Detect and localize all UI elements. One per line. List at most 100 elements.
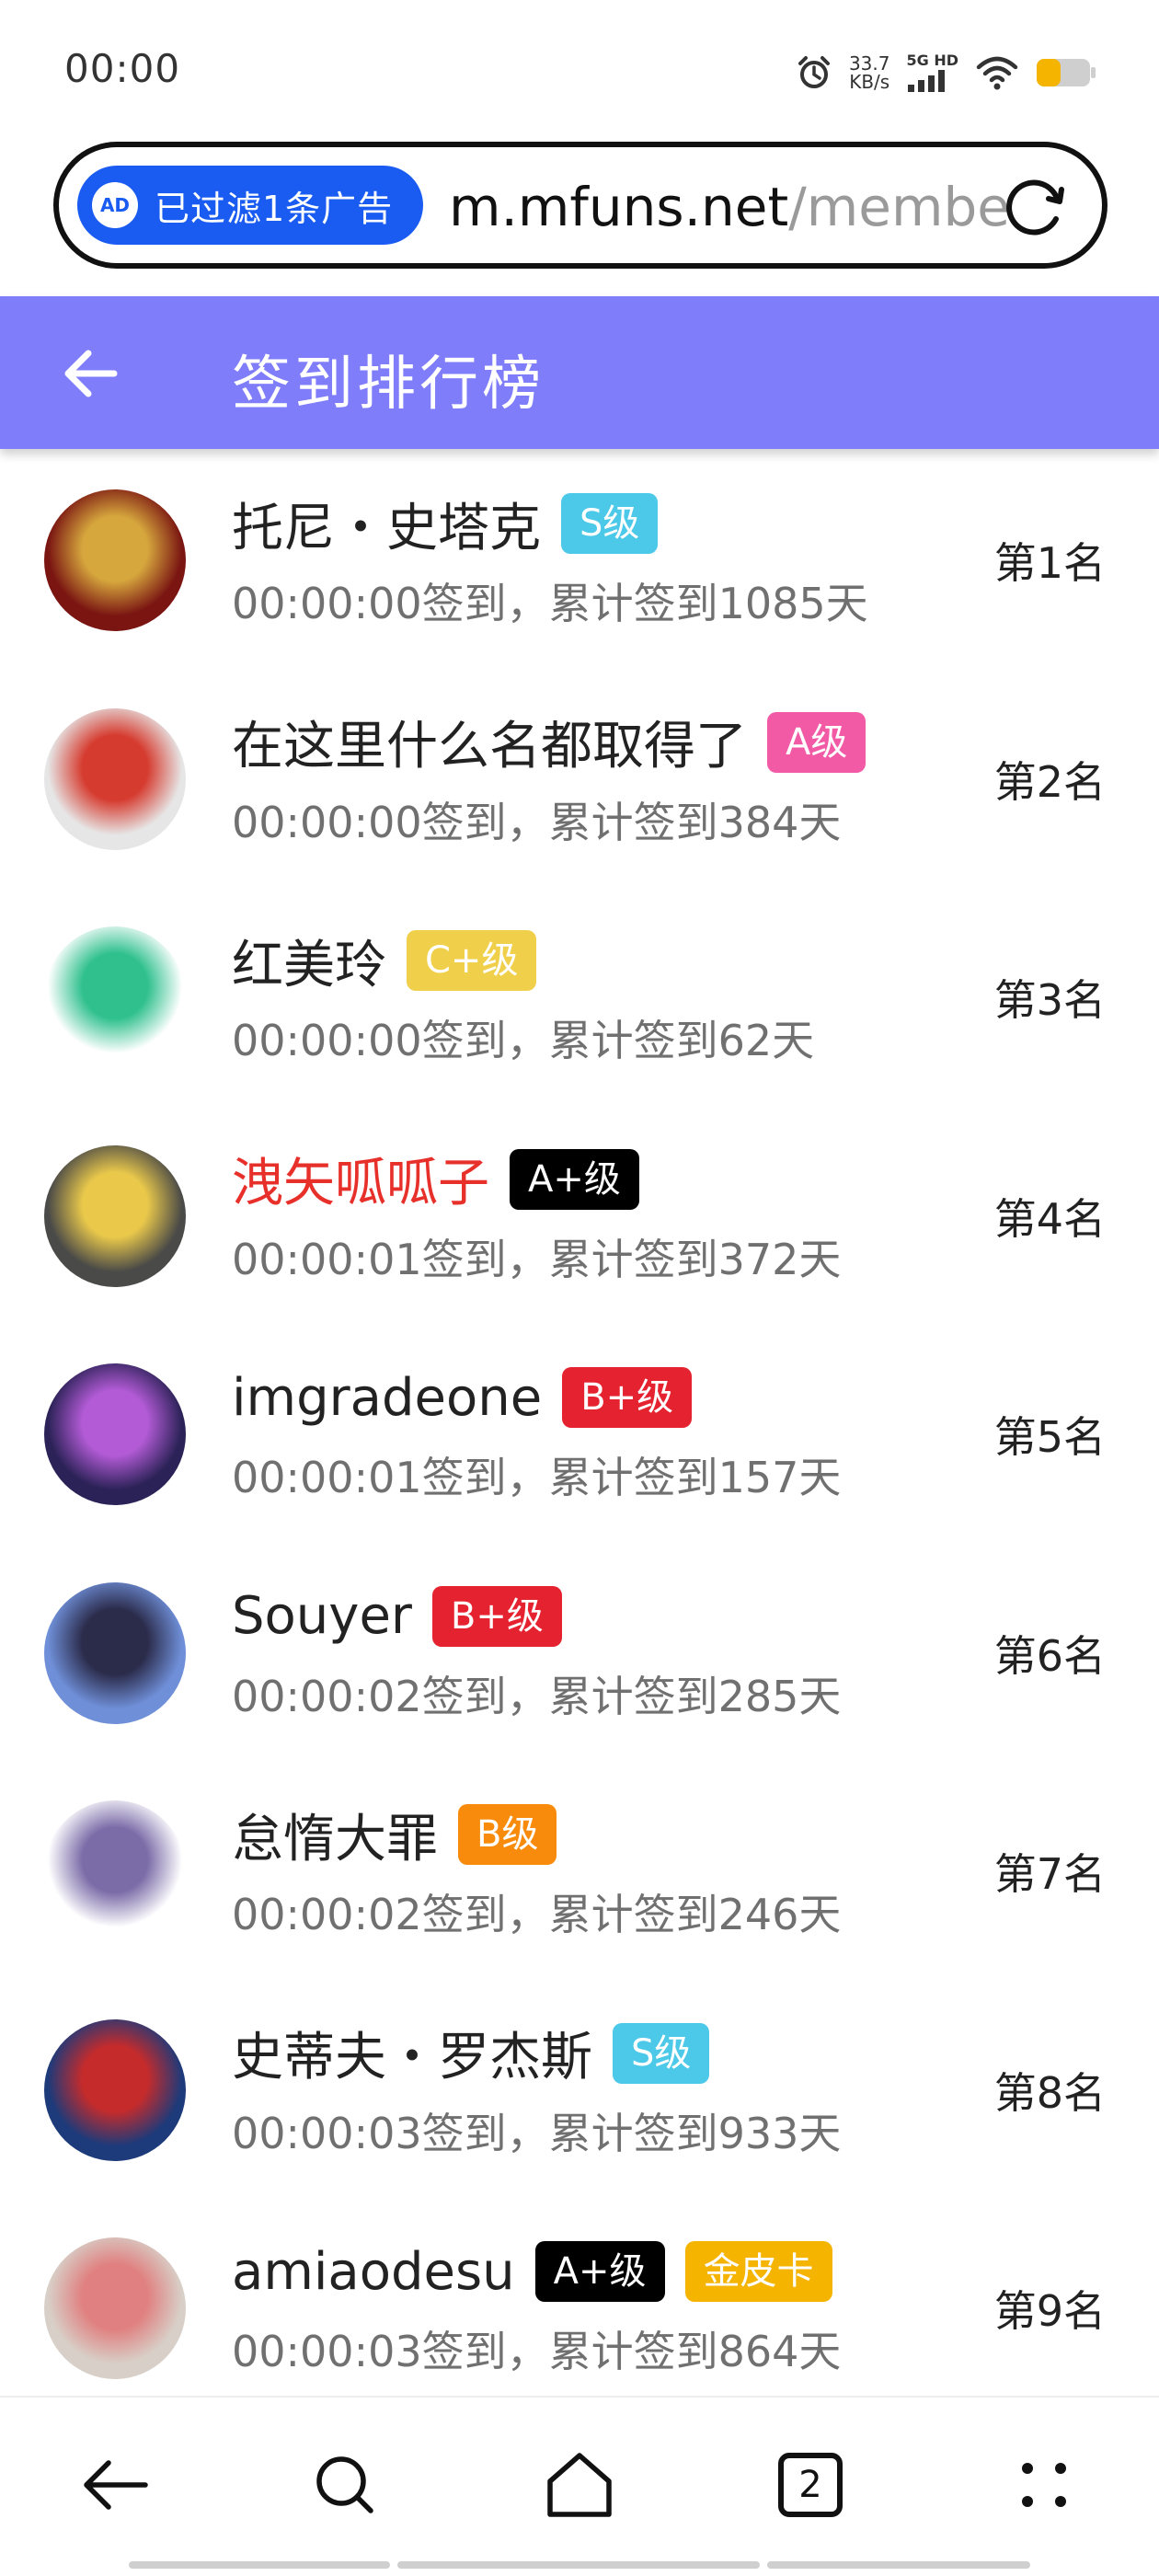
- avatar[interactable]: [44, 1363, 186, 1505]
- avatar[interactable]: [44, 1800, 186, 1942]
- level-badge: A+级: [534, 2241, 665, 2302]
- ranking-row[interactable]: amiaodesu A+级 金皮卡 00:00:03签到，累计签到864天 第9名: [0, 2197, 1159, 2416]
- checkin-info: 00:00:03签到，累计签到864天: [232, 2327, 842, 2376]
- ranking-row[interactable]: 红美玲 C+级 00:00:00签到，累计签到62天 第3名: [0, 886, 1159, 1105]
- rank-label: 第1名: [993, 538, 1106, 588]
- level-badge: 金皮卡: [684, 2241, 832, 2302]
- avatar[interactable]: [44, 489, 186, 631]
- status-time: 00:00: [64, 46, 181, 91]
- name-line: amiaodesu A+级 金皮卡: [232, 2237, 832, 2306]
- alarm-icon: [798, 56, 830, 88]
- nav-tabs-button[interactable]: 2: [769, 2444, 852, 2526]
- status-icons: 33.7 KB/s 5G HD: [796, 48, 1096, 98]
- user-name[interactable]: 洩矢呱呱子: [232, 1142, 489, 1216]
- status-bar: 00:00 33.7 KB/s 5G HD: [0, 0, 1159, 138]
- network-type-label: 5G HD: [906, 52, 958, 69]
- checkin-info: 00:00:00签到，累计签到1085天: [232, 579, 868, 628]
- user-name[interactable]: 史蒂夫・罗杰斯: [232, 2016, 592, 2090]
- nav-home-button[interactable]: [538, 2444, 621, 2526]
- network-speed-unit: KB/s: [849, 71, 890, 93]
- avatar[interactable]: [44, 2018, 186, 2161]
- avatar[interactable]: [44, 926, 186, 1068]
- gesture-bar-left: [129, 2561, 390, 2569]
- level-badge: S级: [613, 2022, 710, 2084]
- name-line: 托尼・史塔克 S级: [232, 487, 659, 561]
- checkin-info: 00:00:02签到，累计签到246天: [232, 1890, 842, 1939]
- name-line: 史蒂夫・罗杰斯 S级: [232, 2016, 710, 2090]
- level-badge: S级: [561, 493, 659, 554]
- reload-icon[interactable]: [1001, 173, 1069, 241]
- user-name[interactable]: Souyer: [232, 1586, 412, 1646]
- bottom-nav: 2: [0, 2396, 1159, 2576]
- checkin-info: 00:00:01签到，累计签到372天: [232, 1234, 842, 1284]
- nav-search-button[interactable]: [304, 2444, 386, 2526]
- avatar[interactable]: [44, 707, 186, 850]
- ad-filter-badge[interactable]: AD 已过滤1条广告: [77, 166, 423, 245]
- rank-label: 第3名: [993, 975, 1106, 1025]
- user-name[interactable]: 托尼・史塔克: [232, 487, 541, 561]
- home-icon: [547, 2453, 612, 2517]
- gesture-bar-center: [397, 2561, 760, 2569]
- checkin-info: 00:00:01签到，累计签到157天: [232, 1453, 842, 1502]
- menu-icon: [1022, 2463, 1066, 2507]
- name-line: 怠惰大罪 B级: [232, 1800, 557, 1869]
- rank-label: 第5名: [993, 1412, 1106, 1462]
- network-speed: 33.7 KB/s: [849, 54, 890, 91]
- rank-label: 第9名: [993, 2286, 1106, 2336]
- ad-block-icon: AD: [92, 182, 138, 228]
- wifi-icon: [976, 56, 1018, 90]
- name-line: Souyer B+级: [232, 1582, 562, 1650]
- ranking-row[interactable]: Souyer B+级 00:00:02签到，累计签到285天 第6名: [0, 1542, 1159, 1761]
- level-badge: C+级: [407, 930, 537, 991]
- nav-menu-button[interactable]: [1003, 2444, 1085, 2526]
- rank-label: 第2名: [993, 756, 1106, 807]
- level-badge: B级: [458, 1804, 557, 1865]
- url-path: /membe: [788, 176, 1010, 238]
- user-name[interactable]: 在这里什么名都取得了: [232, 705, 747, 779]
- avatar[interactable]: [44, 1581, 186, 1724]
- battery-icon: [1037, 59, 1096, 86]
- level-badge: B+级: [431, 1585, 562, 1647]
- checkin-info: 00:00:00签到，累计签到62天: [232, 1016, 815, 1065]
- ad-filter-label: 已过滤1条广告: [155, 188, 394, 229]
- ranking-row[interactable]: imgradeone B+级 00:00:01签到，累计签到157天 第5名: [0, 1323, 1159, 1542]
- user-name[interactable]: 红美玲: [232, 924, 386, 998]
- tabs-icon: 2: [778, 2453, 843, 2517]
- ranking-row[interactable]: 史蒂夫・罗杰斯 S级 00:00:03签到，累计签到933天 第8名: [0, 1979, 1159, 2198]
- signal-icon: [908, 70, 946, 92]
- checkin-info: 00:00:03签到，累计签到933天: [232, 2108, 842, 2158]
- rank-label: 第8名: [993, 2067, 1106, 2118]
- rank-label: 第4名: [993, 1193, 1106, 1244]
- ranking-row[interactable]: 在这里什么名都取得了 A级 00:00:00签到，累计签到384天 第2名: [0, 668, 1159, 887]
- checkin-info: 00:00:02签到，累计签到285天: [232, 1671, 842, 1721]
- name-line: 红美玲 C+级: [232, 924, 537, 998]
- name-line: 在这里什么名都取得了 A级: [232, 708, 866, 776]
- address-bar[interactable]: AD 已过滤1条广告 m.mfuns.net/membe: [53, 142, 1107, 269]
- rank-label: 第7名: [993, 1849, 1106, 1899]
- nav-back-button[interactable]: [75, 2444, 157, 2526]
- checkin-info: 00:00:00签到，累计签到384天: [232, 797, 842, 847]
- name-line: 洩矢呱呱子 A+级: [232, 1145, 639, 1213]
- level-badge: A+级: [510, 1148, 639, 1210]
- gesture-bar-right: [767, 2561, 1030, 2569]
- url-text[interactable]: m.mfuns.net/membe: [449, 175, 1010, 239]
- ranking-row[interactable]: 洩矢呱呱子 A+级 00:00:01签到，累计签到372天 第4名: [0, 1105, 1159, 1324]
- user-name[interactable]: 怠惰大罪: [232, 1798, 438, 1872]
- search-icon: [316, 2456, 373, 2513]
- back-icon: [84, 2460, 148, 2510]
- ranking-row[interactable]: 怠惰大罪 B级 00:00:02签到，累计签到246天 第7名: [0, 1760, 1159, 1979]
- signal-group: 5G HD: [906, 53, 958, 92]
- ranking-row[interactable]: 托尼・史塔克 S级 00:00:00签到，累计签到1085天 第1名: [0, 449, 1159, 668]
- ranking-list: 托尼・史塔克 S级 00:00:00签到，累计签到1085天 第1名在这里什么名都取得…: [0, 449, 1159, 2416]
- page-title: 签到排行榜: [232, 351, 545, 419]
- name-line: imgradeone B+级: [232, 1363, 693, 1432]
- page-header: 签到排行榜: [0, 296, 1159, 449]
- avatar[interactable]: [44, 1144, 186, 1287]
- user-name[interactable]: imgradeone: [232, 1368, 542, 1428]
- avatar[interactable]: [44, 2237, 186, 2379]
- back-arrow-icon[interactable]: [61, 344, 120, 403]
- network-speed-value: 33.7: [848, 52, 890, 75]
- user-name[interactable]: amiaodesu: [232, 2242, 515, 2302]
- level-badge: B+级: [562, 1367, 693, 1428]
- rank-label: 第6名: [993, 1630, 1106, 1681]
